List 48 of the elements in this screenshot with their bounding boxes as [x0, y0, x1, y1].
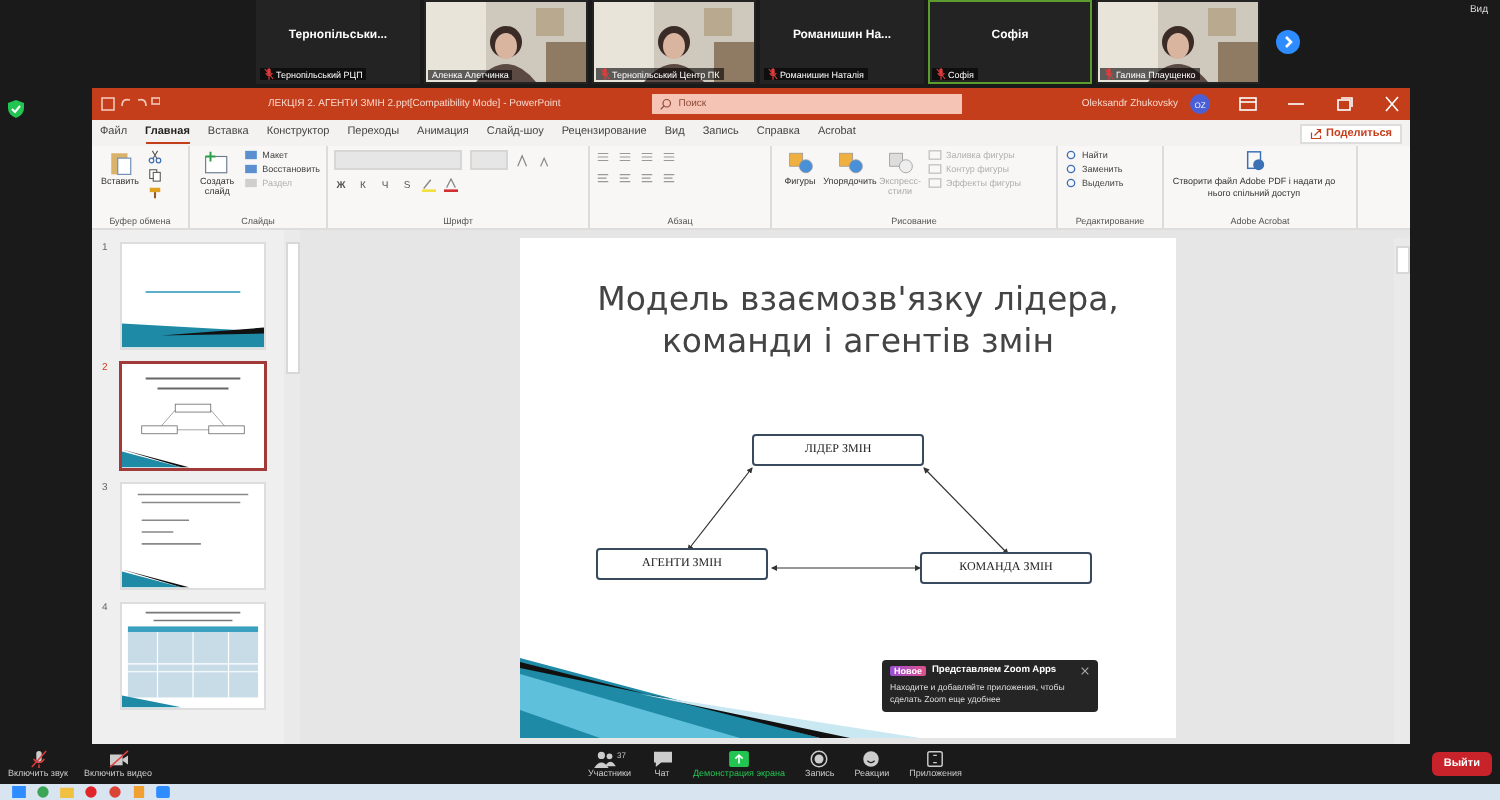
shapes-icon — [787, 150, 813, 176]
people-icon — [593, 750, 616, 768]
align-icon[interactable] — [618, 172, 632, 186]
slide-title: Модель взаємозв'язку лідера, команди і агентів змін — [595, 278, 1121, 364]
align-icon[interactable] — [596, 172, 610, 186]
restore-icon[interactable] — [1334, 96, 1354, 112]
font-color-icon[interactable] — [444, 178, 458, 192]
list-icon[interactable] — [640, 150, 654, 164]
start-icon[interactable] — [12, 786, 26, 798]
align-icon[interactable] — [640, 172, 654, 186]
shield-icon — [8, 100, 24, 118]
slide-thumbnail[interactable] — [120, 362, 266, 470]
double-arrow — [687, 467, 753, 551]
double-arrow — [923, 467, 1009, 555]
scrollbar-thumb[interactable] — [285, 242, 299, 374]
apps-icon — [924, 750, 947, 768]
highlight-icon[interactable] — [422, 178, 436, 192]
close-icon[interactable] — [1080, 666, 1090, 676]
pdf-share-icon — [1243, 150, 1265, 172]
align-icon[interactable] — [662, 172, 676, 186]
list-icon[interactable] — [662, 150, 676, 164]
share-screen-icon — [727, 750, 750, 768]
list-icon[interactable] — [618, 150, 632, 164]
scissors-icon[interactable] — [148, 150, 162, 164]
opera-icon[interactable] — [84, 786, 98, 798]
ribbon-display-icon[interactable] — [1238, 96, 1258, 112]
browser-icon[interactable] — [36, 786, 50, 798]
video-off-icon — [107, 750, 129, 768]
share-icon — [1309, 127, 1322, 139]
copy-icon[interactable] — [148, 168, 162, 182]
list-icon[interactable] — [596, 150, 610, 164]
font-size-field[interactable] — [470, 150, 508, 170]
record-icon — [808, 750, 831, 768]
grow-font-icon[interactable] — [516, 153, 530, 167]
zoom-app-icon[interactable] — [156, 786, 170, 798]
shrink-font-icon[interactable] — [538, 153, 552, 167]
chat-icon — [651, 750, 673, 768]
format-painter-icon[interactable] — [148, 186, 162, 200]
shapes-icon — [837, 150, 863, 176]
file-icon[interactable] — [132, 786, 146, 798]
smiley-icon — [860, 750, 883, 768]
muted-mic-icon — [27, 750, 49, 768]
font-name-field[interactable] — [334, 150, 462, 170]
search-icon — [660, 98, 673, 110]
chrome-icon[interactable] — [108, 786, 122, 798]
quick-access-icon[interactable] — [100, 96, 160, 112]
next-page-button[interactable] — [1276, 30, 1300, 54]
scrollbar-thumb[interactable] — [1395, 246, 1409, 274]
